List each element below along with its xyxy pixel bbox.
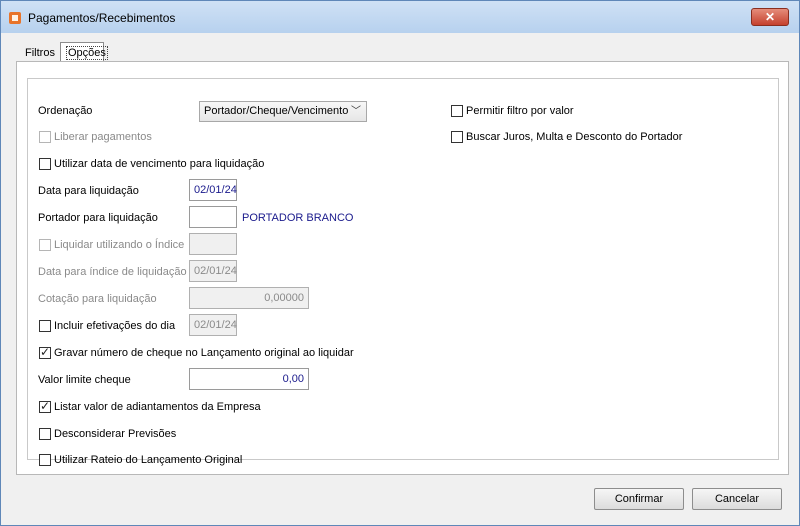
desconsiderar-previsoes-label: Desconsiderar Previsões [54, 428, 177, 440]
ordenacao-value: Portador/Cheque/Vencimento [204, 105, 349, 117]
utilizar-rateio-checkbox[interactable] [39, 454, 51, 466]
cotacao-label: Cotação para liquidação [38, 293, 157, 305]
ordenacao-select[interactable]: Portador/Cheque/Vencimento ﹀ [199, 101, 367, 122]
valor-limite-input[interactable]: 0,00 [189, 368, 309, 390]
gravar-numero-cheque-checkbox[interactable] [39, 345, 51, 359]
indice-input[interactable] [189, 233, 237, 255]
cancelar-button[interactable]: Cancelar [692, 488, 782, 510]
listar-adiantamentos-checkbox[interactable] [39, 399, 51, 413]
incluir-efetivacoes-label: Incluir efetivações do dia [54, 320, 176, 332]
dialog-window: Pagamentos/Recebimentos ✕ Filtros Opções… [0, 0, 800, 526]
permitir-filtro-valor-checkbox[interactable] [451, 105, 463, 117]
ordenacao-label: Ordenação [38, 105, 93, 117]
utilizar-rateio-label: Utilizar Rateio do Lançamento Original [54, 454, 243, 466]
title-bar[interactable]: Pagamentos/Recebimentos ✕ [1, 1, 799, 33]
cotacao-input[interactable]: 0,00000 [189, 287, 309, 309]
listar-adiantamentos-label: Listar valor de adiantamentos da Empresa [54, 401, 261, 413]
buscar-juros-checkbox[interactable] [451, 131, 463, 143]
window-title: Pagamentos/Recebimentos [28, 11, 176, 25]
liquidar-indice-label: Liquidar utilizando o Índice [54, 239, 185, 251]
portador-input[interactable] [189, 206, 237, 228]
portador-name: PORTADOR BRANCO [242, 212, 354, 224]
liberar-pagamentos-label: Liberar pagamentos [54, 131, 152, 143]
data-indice-input[interactable]: 02/01/24 [189, 260, 237, 282]
buscar-juros-label: Buscar Juros, Multa e Desconto do Portad… [466, 131, 683, 143]
desconsiderar-previsoes-checkbox[interactable] [39, 428, 51, 440]
tab-opcoes-label: Opções [66, 46, 108, 60]
tab-filtros[interactable]: Filtros [20, 45, 64, 62]
valor-limite-label: Valor limite cheque [38, 374, 131, 386]
tab-opcoes[interactable]: Opções [60, 42, 108, 62]
app-icon [9, 12, 21, 24]
confirmar-button[interactable]: Confirmar [594, 488, 684, 510]
options-panel: Ordenação Portador/Cheque/Vencimento ﹀ L… [16, 61, 789, 475]
incluir-efetivacoes-input[interactable]: 02/01/24 [189, 314, 237, 336]
gravar-numero-cheque-label: Gravar número de cheque no Lançamento or… [54, 347, 354, 359]
data-liquidacao-input[interactable]: 02/01/24 [189, 179, 237, 201]
incluir-efetivacoes-checkbox[interactable] [39, 320, 51, 332]
data-liquidacao-label: Data para liquidação [38, 185, 139, 197]
close-button[interactable]: ✕ [751, 8, 789, 26]
utilizar-data-vencimento-checkbox[interactable] [39, 158, 51, 170]
data-indice-label: Data para índice de liquidação [38, 266, 187, 278]
permitir-filtro-valor-label: Permitir filtro por valor [466, 105, 574, 117]
liquidar-indice-checkbox[interactable] [39, 239, 51, 251]
chevron-down-icon: ﹀ [351, 106, 361, 117]
options-frame: Ordenação Portador/Cheque/Vencimento ﹀ L… [27, 78, 779, 460]
portador-label: Portador para liquidação [38, 212, 158, 224]
utilizar-data-vencimento-label: Utilizar data de vencimento para liquida… [54, 158, 265, 170]
liberar-pagamentos-checkbox[interactable] [39, 131, 51, 143]
